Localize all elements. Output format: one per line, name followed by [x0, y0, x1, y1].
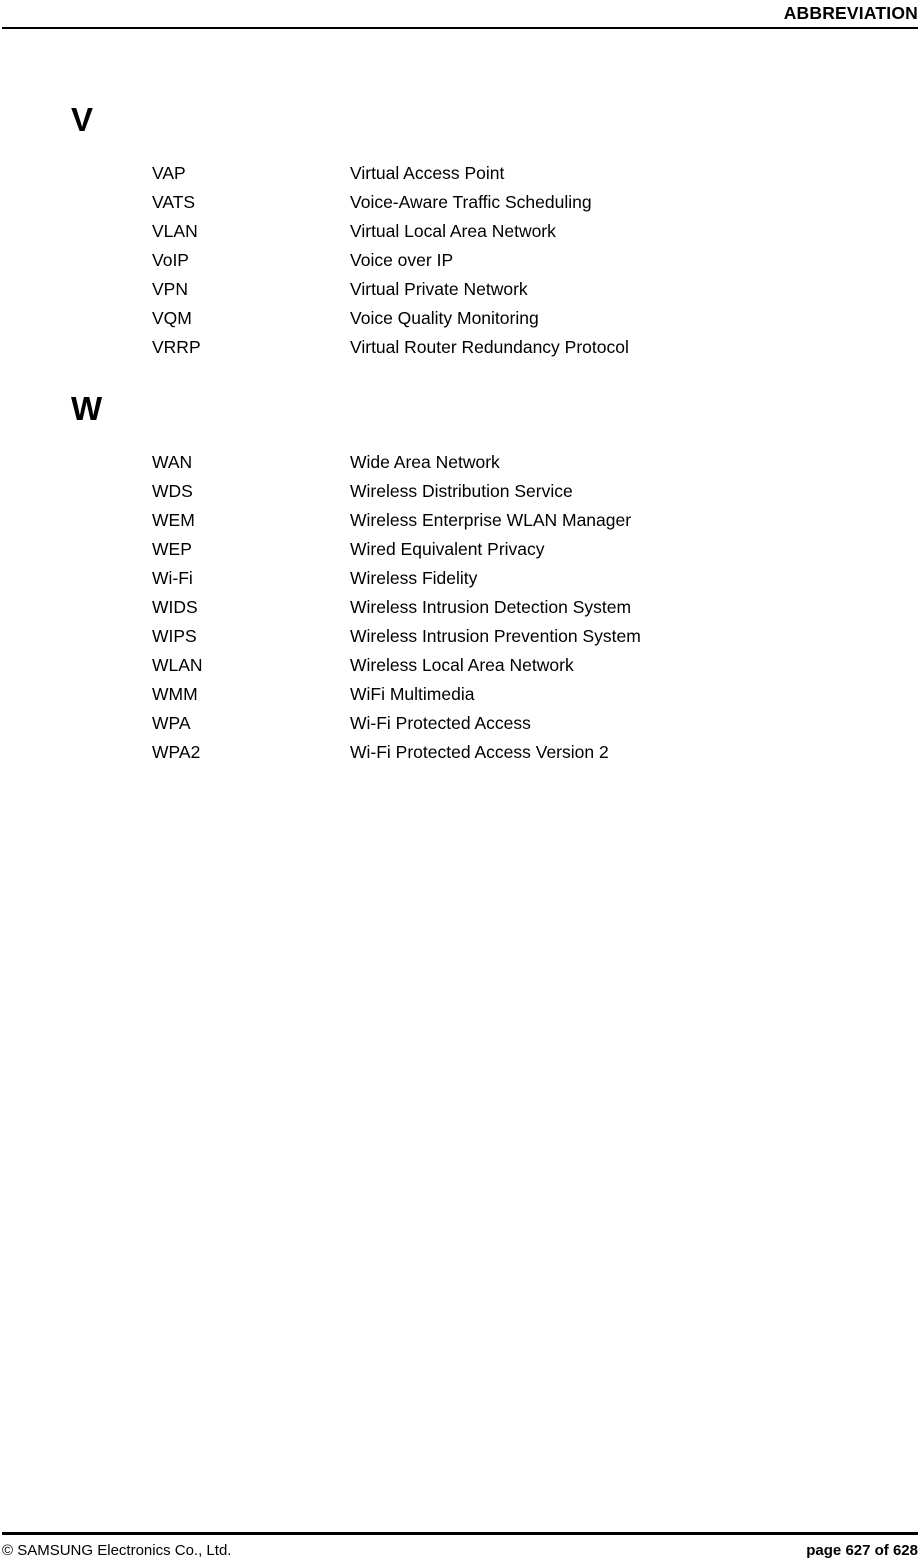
abbreviation-term: VATS	[152, 192, 196, 212]
abbreviation-row: VATS Voice-Aware Traffic Scheduling	[0, 188, 922, 217]
page-number: page 627 of 628	[806, 1542, 918, 1559]
abbreviation-definition: WiFi Multimedia	[350, 684, 475, 704]
abbreviation-row: WAN Wide Area Network	[0, 448, 922, 477]
abbreviation-term: WIPS	[152, 626, 197, 646]
abbreviation-definition: Wi-Fi Protected Access	[350, 713, 531, 733]
abbreviation-definition: Virtual Router Redundancy Protocol	[350, 337, 629, 357]
page-footer: © SAMSUNG Electronics Co., Ltd. page 627…	[2, 1540, 918, 1564]
header-divider	[2, 27, 918, 29]
abbreviation-definition: Wi-Fi Protected Access Version 2	[350, 742, 609, 762]
section-letter-heading: W	[71, 390, 102, 427]
abbreviation-term: WDS	[152, 481, 193, 501]
abbreviation-definition: Voice over IP	[350, 250, 454, 270]
document-page: ABBREVIATION V VAP Virtual Access Point VAT…	[0, 0, 922, 1565]
abbreviation-term: VQM	[152, 308, 192, 328]
abbreviation-row: VoIP Voice over IP	[0, 246, 922, 275]
abbreviation-definition: Wide Area Network	[350, 452, 500, 472]
abbreviation-term: WPA	[152, 713, 191, 733]
abbreviation-definition: Voice-Aware Traffic Scheduling	[350, 192, 592, 212]
abbreviation-list: VAP Virtual Access Point VATS Voice-Aware T…	[0, 159, 922, 362]
abbreviation-definition: Virtual Private Network	[350, 279, 528, 299]
abbreviation-row: VLAN Virtual Local Area Network	[0, 217, 922, 246]
header-title: ABBREVIATION	[783, 3, 918, 23]
abbreviation-definition: Wireless Intrusion Prevention System	[350, 626, 641, 646]
abbreviation-term: WMM	[152, 684, 198, 704]
abbreviation-row: WDS Wireless Distribution Service	[0, 477, 922, 506]
abbreviation-row: WLAN Wireless Local Area Network	[0, 651, 922, 680]
abbreviation-term: VRRP	[152, 337, 201, 357]
abbreviation-row: WMM WiFi Multimedia	[0, 680, 922, 709]
abbreviation-term: WEM	[152, 510, 195, 530]
abbreviation-definition: Virtual Local Area Network	[350, 221, 556, 241]
abbreviation-row: WPA2 Wi-Fi Protected Access Version 2	[0, 738, 922, 767]
abbreviation-definition: Voice Quality Monitoring	[350, 308, 539, 328]
abbreviation-list: WAN Wide Area Network WDS Wireless Distribu…	[0, 448, 922, 767]
abbreviation-row: VQM Voice Quality Monitoring	[0, 304, 922, 333]
abbreviation-row: WIDS Wireless Intrusion Detection System	[0, 593, 922, 622]
abbreviation-definition: Wireless Fidelity	[350, 568, 478, 588]
abbreviation-row: WIPS Wireless Intrusion Prevention System	[0, 622, 922, 651]
abbreviation-term: VAP	[152, 163, 186, 183]
abbreviation-row: Wi-Fi Wireless Fidelity	[0, 564, 922, 593]
abbreviation-definition: Wireless Intrusion Detection System	[350, 597, 632, 617]
abbreviation-term: WIDS	[152, 597, 198, 617]
abbreviation-definition: Wireless Local Area Network	[350, 655, 574, 675]
footer-divider	[2, 1532, 918, 1535]
abbreviation-section: V VAP Virtual Access Point VATS Voice-Aware …	[0, 102, 922, 362]
abbreviation-term: WAN	[152, 452, 193, 472]
abbreviation-term: WPA2	[152, 742, 201, 762]
abbreviation-row: VPN Virtual Private Network	[0, 275, 922, 304]
abbreviation-term: Wi-Fi	[152, 568, 193, 588]
abbreviation-term: WEP	[152, 539, 192, 559]
abbreviation-term: VPN	[152, 279, 188, 299]
abbreviation-definition: Wireless Enterprise WLAN Manager	[350, 510, 632, 530]
abbreviation-row: WPA Wi-Fi Protected Access	[0, 709, 922, 738]
abbreviation-row: WEM Wireless Enterprise WLAN Manager	[0, 506, 922, 535]
abbreviation-term: VLAN	[152, 221, 198, 241]
abbreviation-row: VRRP Virtual Router Redundancy Protocol	[0, 333, 922, 362]
abbreviation-row: WEP Wired Equivalent Privacy	[0, 535, 922, 564]
abbreviation-row: VAP Virtual Access Point	[0, 159, 922, 188]
abbreviation-content: V VAP Virtual Access Point VATS Voice-Aware …	[0, 40, 922, 767]
section-letter-heading: V	[71, 101, 93, 138]
abbreviation-section: W WAN Wide Area Network WDS Wireless Distrib…	[0, 391, 922, 767]
abbreviation-term: WLAN	[152, 655, 203, 675]
copyright-notice: © SAMSUNG Electronics Co., Ltd.	[2, 1542, 232, 1559]
abbreviation-definition: Virtual Access Point	[350, 163, 505, 183]
abbreviation-definition: Wired Equivalent Privacy	[350, 539, 545, 559]
abbreviation-term: VoIP	[152, 250, 189, 270]
page-header: ABBREVIATION	[2, 2, 918, 28]
abbreviation-definition: Wireless Distribution Service	[350, 481, 573, 501]
